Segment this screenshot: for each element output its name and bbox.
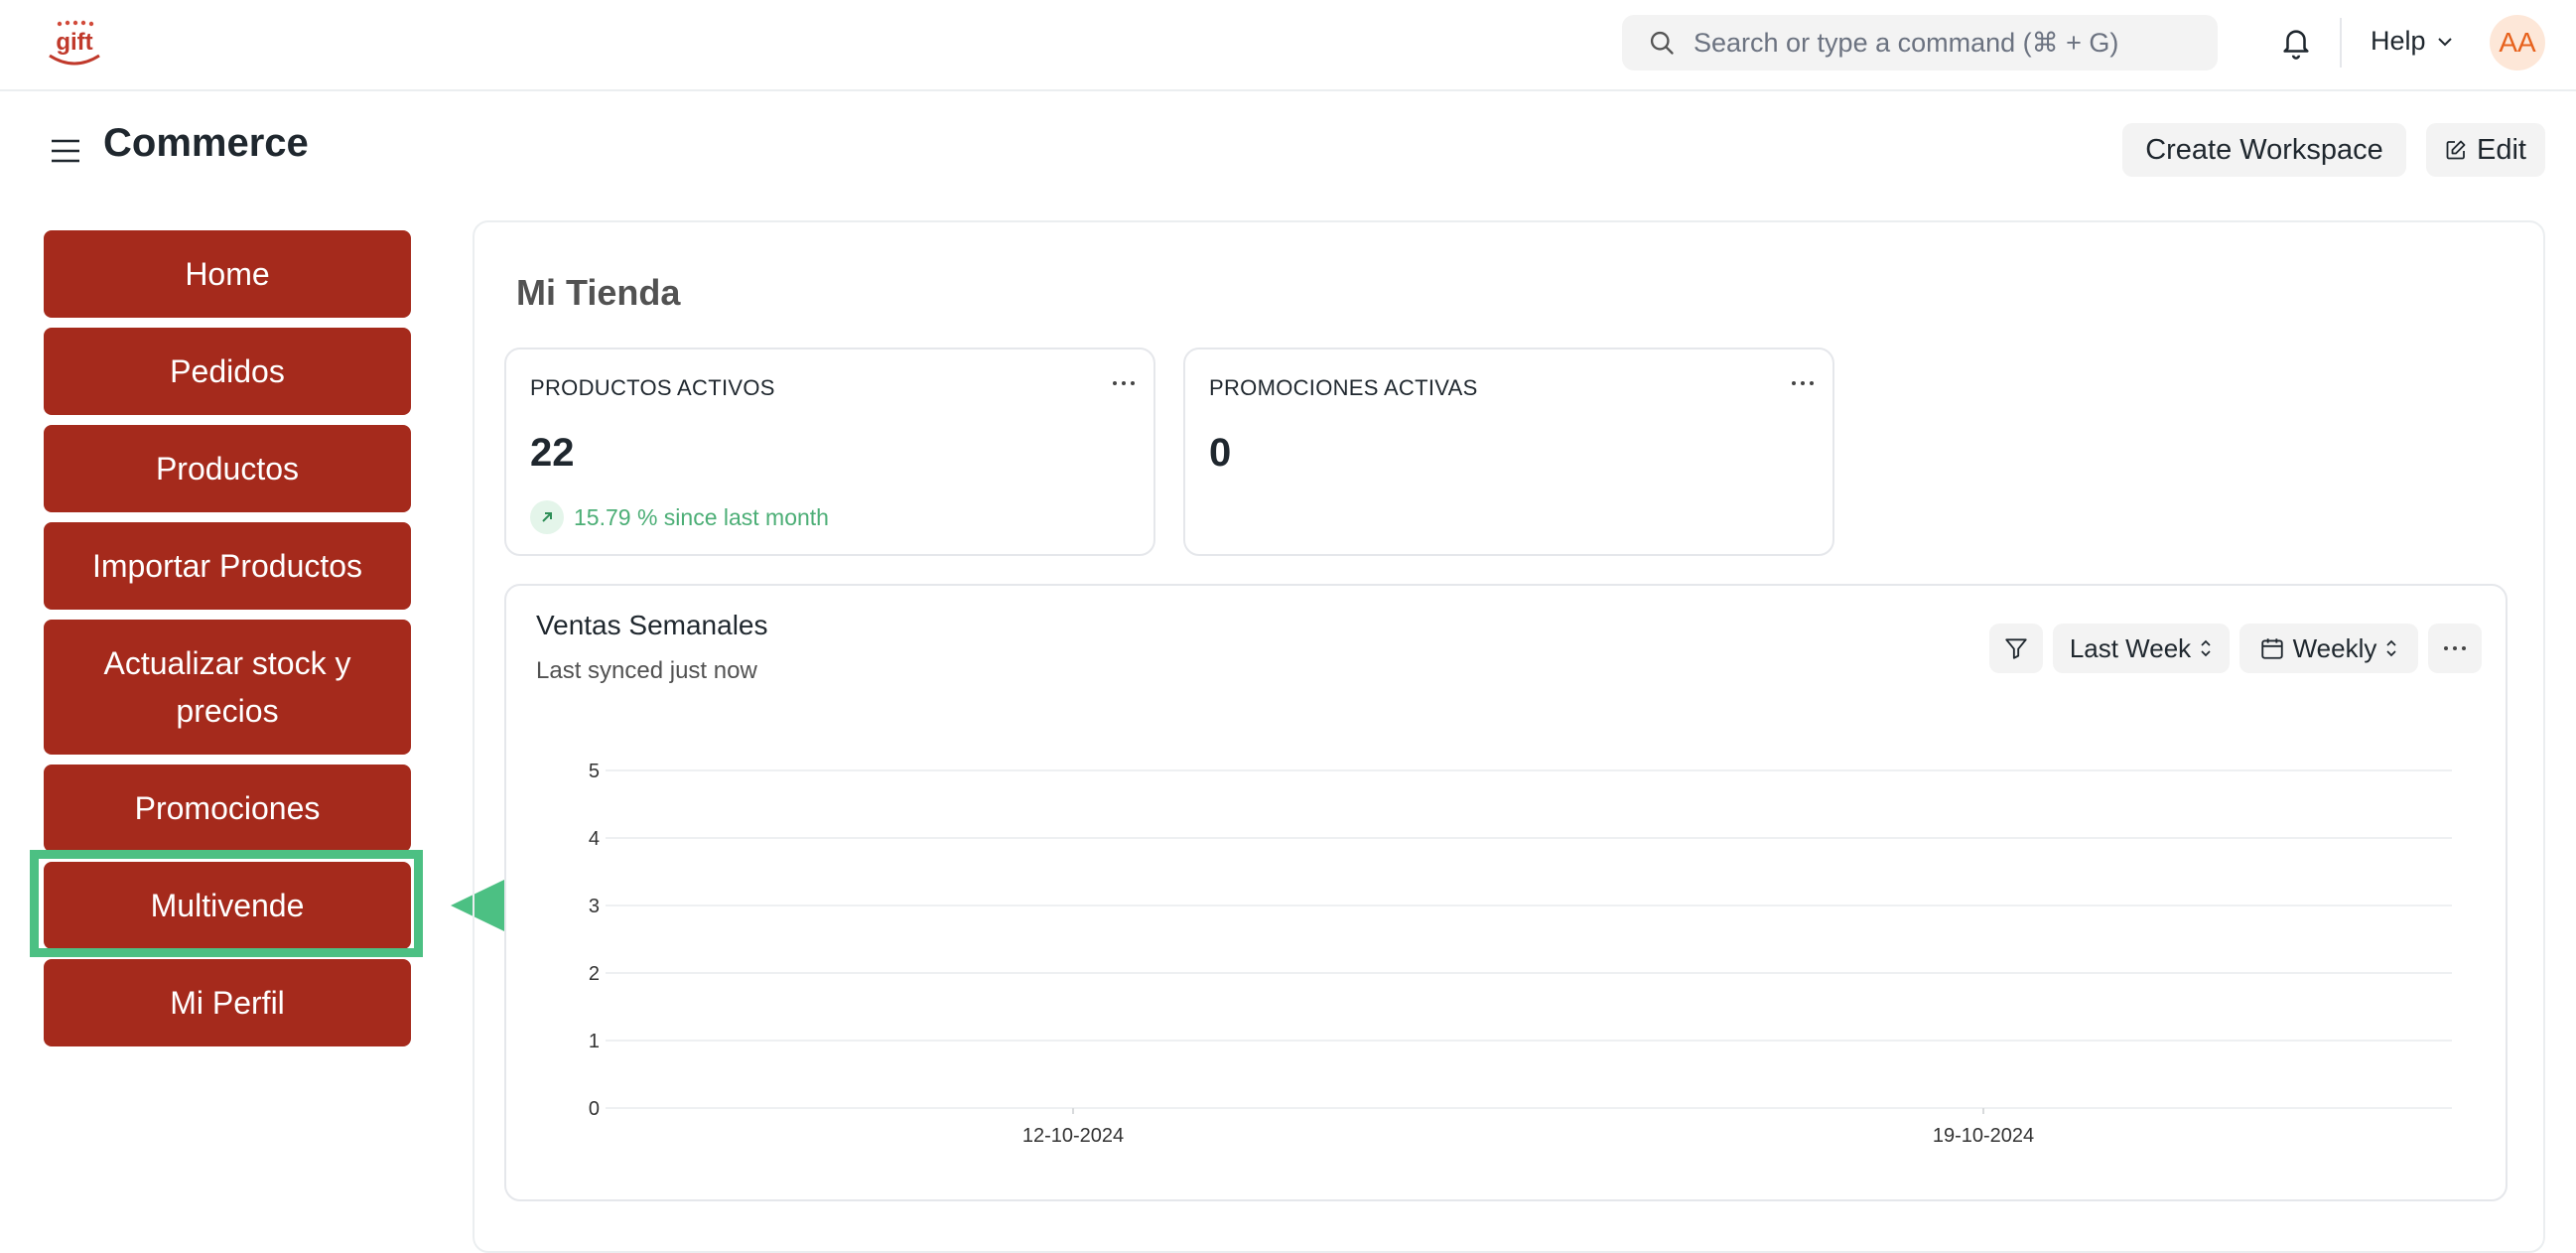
x-tick-label: 12-10-2024	[1022, 1125, 1124, 1147]
topbar-divider	[2340, 18, 2342, 68]
help-dropdown[interactable]: Help	[2371, 26, 2454, 57]
edit-icon	[2446, 140, 2466, 160]
sidebar-item-promociones[interactable]: Promociones	[44, 765, 411, 852]
highlight-box	[30, 850, 423, 957]
bell-icon	[2283, 30, 2309, 60]
sidebar-item-importar-productos[interactable]: Importar Productos	[44, 522, 411, 610]
card-menu-button[interactable]	[1112, 363, 1136, 394]
card-value: 22	[530, 431, 575, 475]
y-tick-label: 3	[589, 896, 600, 917]
trend-text: 15.79 % since last month	[574, 503, 829, 530]
card-label: PROMOCIONES ACTIVAS	[1209, 375, 1478, 400]
card-promociones-activas: PROMOCIONES ACTIVAS 0	[1183, 348, 1834, 556]
app-logo[interactable]: gift	[44, 18, 105, 68]
search-input[interactable]	[1692, 26, 2212, 60]
chart-card-ventas-semanales: Ventas Semanales Last synced just now La…	[504, 584, 2508, 1201]
y-tick-label: 0	[589, 1098, 600, 1120]
svg-text:gift: gift	[56, 29, 92, 56]
sidebar-item-pedidos[interactable]: Pedidos	[44, 328, 411, 415]
sidebar-item-home[interactable]: Home	[44, 230, 411, 318]
chevron-down-icon	[2437, 37, 2452, 46]
card-value: 0	[1209, 431, 1232, 475]
sidebar-item-actualizar-stock[interactable]: Actualizar stock y precios	[44, 620, 411, 755]
x-tick-label: 19-10-2024	[1933, 1125, 2034, 1147]
edit-button[interactable]: Edit	[2426, 123, 2545, 177]
y-tick-label: 2	[589, 963, 600, 985]
help-label: Help	[2371, 26, 2426, 56]
sidebar-toggle-button[interactable]	[50, 137, 81, 170]
y-tick-label: 4	[589, 828, 600, 850]
sidebar-item-mi-perfil[interactable]: Mi Perfil	[44, 959, 411, 1046]
chart-plot: 0 1 2 3 4 5 12-10-2024 19-10-2024	[589, 761, 2452, 1147]
sidebar-item-productos[interactable]: Productos	[44, 425, 411, 512]
card-productos-activos: PRODUCTOS ACTIVOS 22 15.79 % since last …	[504, 348, 1155, 556]
more-horizontal-icon	[1113, 381, 1135, 385]
gift-logo-icon: gift	[49, 20, 100, 66]
card-label: PRODUCTOS ACTIVOS	[530, 375, 775, 400]
user-avatar[interactable]: AA	[2490, 15, 2545, 70]
trend-up-icon	[530, 500, 564, 534]
top-navbar: gift Help AA	[0, 0, 2576, 91]
y-tick-label: 5	[589, 761, 600, 782]
hamburger-menu-icon	[52, 139, 79, 163]
y-tick-label: 1	[589, 1031, 600, 1052]
search-icon	[1650, 31, 1674, 55]
edit-label: Edit	[2477, 133, 2526, 166]
more-horizontal-icon	[1792, 381, 1814, 385]
card-menu-button[interactable]	[1791, 363, 1815, 394]
workspace-title: Mi Tienda	[516, 272, 681, 313]
create-workspace-button[interactable]: Create Workspace	[2122, 123, 2406, 177]
card-trend: 15.79 % since last month	[530, 500, 829, 534]
search-bar[interactable]	[1622, 15, 2218, 70]
notifications-button[interactable]	[2279, 24, 2313, 67]
page-title: Commerce	[103, 121, 309, 165]
